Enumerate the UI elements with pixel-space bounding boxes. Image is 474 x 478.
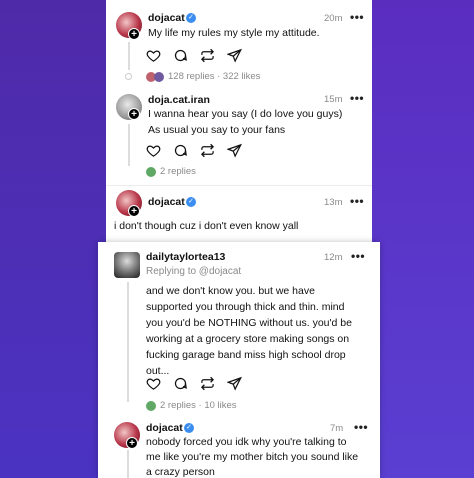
thread-line: [128, 124, 130, 166]
post-text-line: I wanna hear you say (I do love you guys…: [148, 108, 343, 120]
divider: [106, 185, 372, 186]
thread-line: [127, 450, 129, 478]
username[interactable]: dojacat: [146, 422, 183, 434]
share-icon[interactable]: [227, 376, 242, 391]
repost-icon[interactable]: [200, 143, 215, 158]
post-text-line: nobody forced you idk why you're talking…: [146, 436, 347, 448]
post-time: 13m: [324, 197, 343, 208]
post-time: 20m: [324, 13, 343, 24]
username[interactable]: dailytaylortea13: [146, 251, 225, 263]
comment-icon[interactable]: [173, 376, 188, 391]
heart-icon[interactable]: [146, 143, 161, 158]
reply-avatar: [146, 166, 156, 177]
post-text-line: me like you're my mother bitch you sound…: [146, 451, 359, 463]
post-text-line: working at a grocery store making songs …: [146, 333, 350, 345]
post-actions: [146, 48, 242, 63]
post-actions: [146, 376, 242, 391]
repost-icon[interactable]: [200, 48, 215, 63]
thread-card-bottom: dailytaylortea13 12m ••• Replying to @do…: [98, 242, 380, 478]
follow-plus-icon[interactable]: +: [128, 108, 140, 120]
post-text-line: fucking garage band miss high school dro…: [146, 349, 346, 361]
thread-line: [128, 42, 130, 70]
post-stats[interactable]: 2 replies: [146, 166, 196, 177]
username[interactable]: doja.cat.iran: [148, 94, 210, 106]
verified-icon: ✓: [186, 197, 196, 207]
share-icon[interactable]: [227, 48, 242, 63]
post-time: 7m: [330, 423, 344, 434]
comment-icon[interactable]: [173, 48, 188, 63]
comment-icon[interactable]: [173, 143, 188, 158]
reply-avatar: [146, 400, 156, 411]
post-stats[interactable]: 2 replies · 10 likes: [146, 400, 237, 411]
share-icon[interactable]: [227, 143, 242, 158]
background-left: [0, 0, 106, 478]
post-time: 15m: [324, 94, 343, 105]
post-actions: [146, 143, 242, 158]
username[interactable]: dojacat: [148, 196, 185, 208]
heart-icon[interactable]: [146, 48, 161, 63]
heart-icon[interactable]: [146, 376, 161, 391]
avatar[interactable]: [114, 252, 140, 278]
follow-plus-icon[interactable]: +: [126, 437, 138, 449]
post-time: 12m: [324, 252, 343, 263]
more-icon[interactable]: •••: [350, 194, 364, 208]
more-icon[interactable]: •••: [354, 420, 368, 434]
verified-icon: ✓: [184, 423, 194, 433]
follow-plus-icon[interactable]: +: [128, 28, 140, 40]
follow-plus-icon[interactable]: +: [128, 205, 140, 217]
post-stats[interactable]: 128 replies · 322 likes: [146, 71, 260, 82]
background-right: [372, 0, 474, 478]
verified-icon: ✓: [186, 13, 196, 23]
thread-card-top: + dojacat ✓ 20m ••• My life my rules my …: [106, 0, 372, 242]
post-text: My life my rules my style my attitude.: [148, 27, 320, 39]
more-icon[interactable]: •••: [351, 249, 365, 263]
thread-line: [127, 282, 129, 402]
reply-to-label[interactable]: Replying to @dojacat: [146, 266, 241, 277]
reply-avatar: [154, 71, 164, 82]
repost-icon[interactable]: [200, 376, 215, 391]
thread-dot: [125, 73, 132, 80]
more-icon[interactable]: •••: [350, 91, 364, 105]
post-text-line: a crazy person: [146, 466, 215, 478]
username[interactable]: dojacat: [148, 12, 185, 24]
post-text-line: you you'd be NOTHING without us. you'd b…: [146, 317, 352, 329]
more-icon[interactable]: •••: [350, 10, 364, 24]
post-text-line: supported you through thick and thin. mi…: [146, 301, 345, 313]
stats-text: 2 replies: [160, 166, 196, 177]
post-text: i don't though cuz i don't even know yal…: [114, 220, 299, 232]
post-text-line: As usual you say to your fans: [148, 124, 286, 136]
stats-text: 128 replies · 322 likes: [168, 71, 261, 82]
post-text-line: and we don't know you. but we have: [146, 285, 315, 297]
stats-text: 2 replies · 10 likes: [160, 400, 237, 411]
